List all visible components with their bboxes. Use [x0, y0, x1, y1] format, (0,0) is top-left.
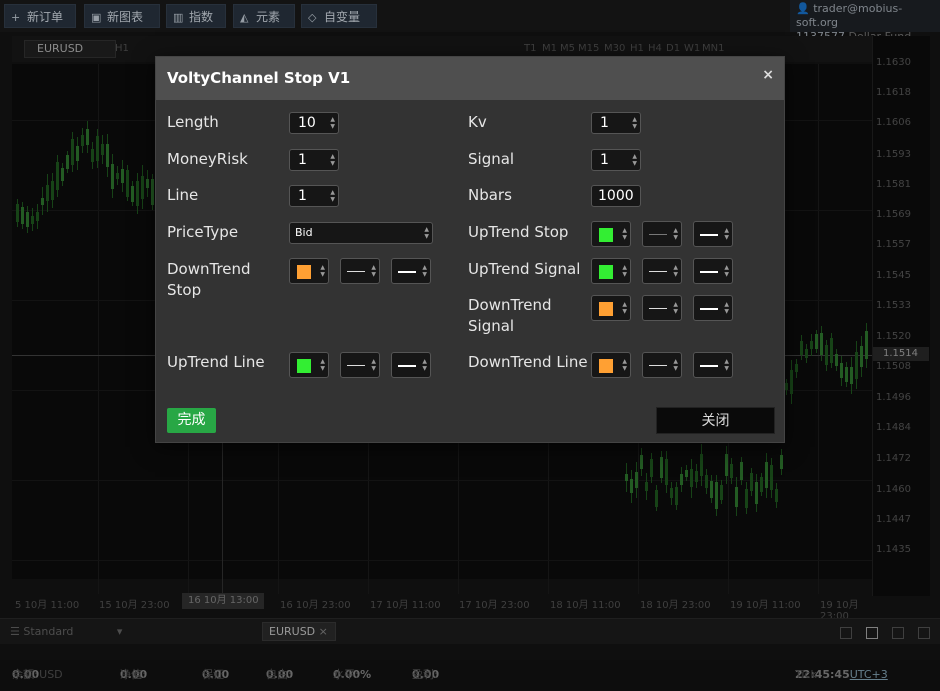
downtrend-stop-style[interactable]: ▲ ▼	[391, 258, 431, 284]
thin-line-icon	[649, 308, 667, 309]
uptrend-line-style[interactable]: ▲ ▼	[391, 352, 431, 378]
select-arrows-icon: ▲ ▼	[424, 226, 429, 240]
orange-swatch	[599, 359, 613, 373]
uptrend-line-color[interactable]: ▲ ▼	[289, 352, 329, 378]
downtrend-signal-label: DownTrend Signal	[468, 296, 552, 335]
uptrend-signal-style[interactable]: ▲ ▼	[693, 258, 733, 284]
thin-line-icon	[347, 365, 365, 366]
uptrend-signal-label: UpTrend Signal	[468, 260, 581, 278]
close-icon[interactable]: ×	[762, 67, 774, 83]
uptrend-signal-width[interactable]: ▲ ▼	[642, 258, 682, 284]
nbars-label: Nbars	[468, 186, 512, 204]
green-swatch	[297, 359, 311, 373]
moneyrisk-input[interactable]: 1 ▲ ▼	[289, 149, 339, 171]
signal-input[interactable]: 1 ▲ ▼	[591, 149, 641, 171]
spinner-arrows-icon[interactable]: ▲ ▼	[632, 153, 637, 167]
green-swatch	[599, 228, 613, 242]
downtrend-signal-style[interactable]: ▲ ▼	[693, 295, 733, 321]
close-button[interactable]: 关闭	[656, 407, 775, 434]
nbars-input[interactable]: 1000	[591, 185, 641, 207]
solid-line-icon	[398, 271, 416, 273]
kv-input[interactable]: 1 ▲ ▼	[591, 112, 641, 134]
downtrend-stop-color[interactable]: ▲ ▼	[289, 258, 329, 284]
solid-line-icon	[398, 365, 416, 367]
uptrend-line-label: UpTrend Line	[167, 353, 265, 371]
downtrend-line-style[interactable]: ▲ ▼	[693, 352, 733, 378]
spinner-arrows-icon[interactable]: ▲ ▼	[330, 153, 335, 167]
uptrend-line-width[interactable]: ▲ ▼	[340, 352, 380, 378]
solid-line-icon	[700, 365, 718, 367]
thin-line-icon	[649, 271, 667, 272]
length-input[interactable]: 10 ▲ ▼	[289, 112, 339, 134]
downtrend-line-color[interactable]: ▲ ▼	[591, 352, 631, 378]
solid-line-icon	[700, 234, 718, 236]
uptrend-stop-color[interactable]: ▲ ▼	[591, 221, 631, 247]
thin-line-icon	[649, 365, 667, 366]
dialog-header: VoltyChannel Stop V1 ×	[156, 57, 784, 100]
uptrend-signal-color[interactable]: ▲ ▼	[591, 258, 631, 284]
downtrend-line-label: DownTrend Line	[468, 353, 588, 371]
uptrend-stop-label: UpTrend Stop	[468, 223, 569, 241]
green-swatch	[599, 265, 613, 279]
downtrend-line-width[interactable]: ▲ ▼	[642, 352, 682, 378]
ok-button[interactable]: 完成	[167, 408, 216, 433]
thin-line-icon	[649, 234, 667, 235]
downtrend-signal-width[interactable]: ▲ ▼	[642, 295, 682, 321]
spinner-arrows-icon[interactable]: ▲ ▼	[632, 116, 637, 130]
downtrend-stop-width[interactable]: ▲ ▼	[340, 258, 380, 284]
signal-label: Signal	[468, 150, 515, 168]
moneyrisk-label: MoneyRisk	[167, 150, 248, 168]
pricetype-select[interactable]: Bid ▲ ▼	[289, 222, 433, 244]
uptrend-stop-style[interactable]: ▲ ▼	[693, 221, 733, 247]
solid-line-icon	[700, 271, 718, 273]
downtrend-signal-color[interactable]: ▲ ▼	[591, 295, 631, 321]
spinner-arrows-icon[interactable]: ▲ ▼	[330, 189, 335, 203]
indicator-settings-dialog: VoltyChannel Stop V1 × Length 10 ▲ ▼ Money…	[155, 56, 785, 443]
line-input[interactable]: 1 ▲ ▼	[289, 185, 339, 207]
thin-line-icon	[347, 271, 365, 272]
solid-line-icon	[700, 308, 718, 310]
dialog-title: VoltyChannel Stop V1	[167, 69, 351, 87]
kv-label: Kv	[468, 113, 487, 131]
orange-swatch	[599, 302, 613, 316]
length-label: Length	[167, 113, 219, 131]
pricetype-label: PriceType	[167, 223, 239, 241]
orange-swatch	[297, 265, 311, 279]
line-label: Line	[167, 186, 199, 204]
spinner-arrows-icon[interactable]: ▲ ▼	[330, 116, 335, 130]
downtrend-stop-label: DownTrend Stop	[167, 260, 251, 299]
uptrend-stop-width[interactable]: ▲ ▼	[642, 221, 682, 247]
